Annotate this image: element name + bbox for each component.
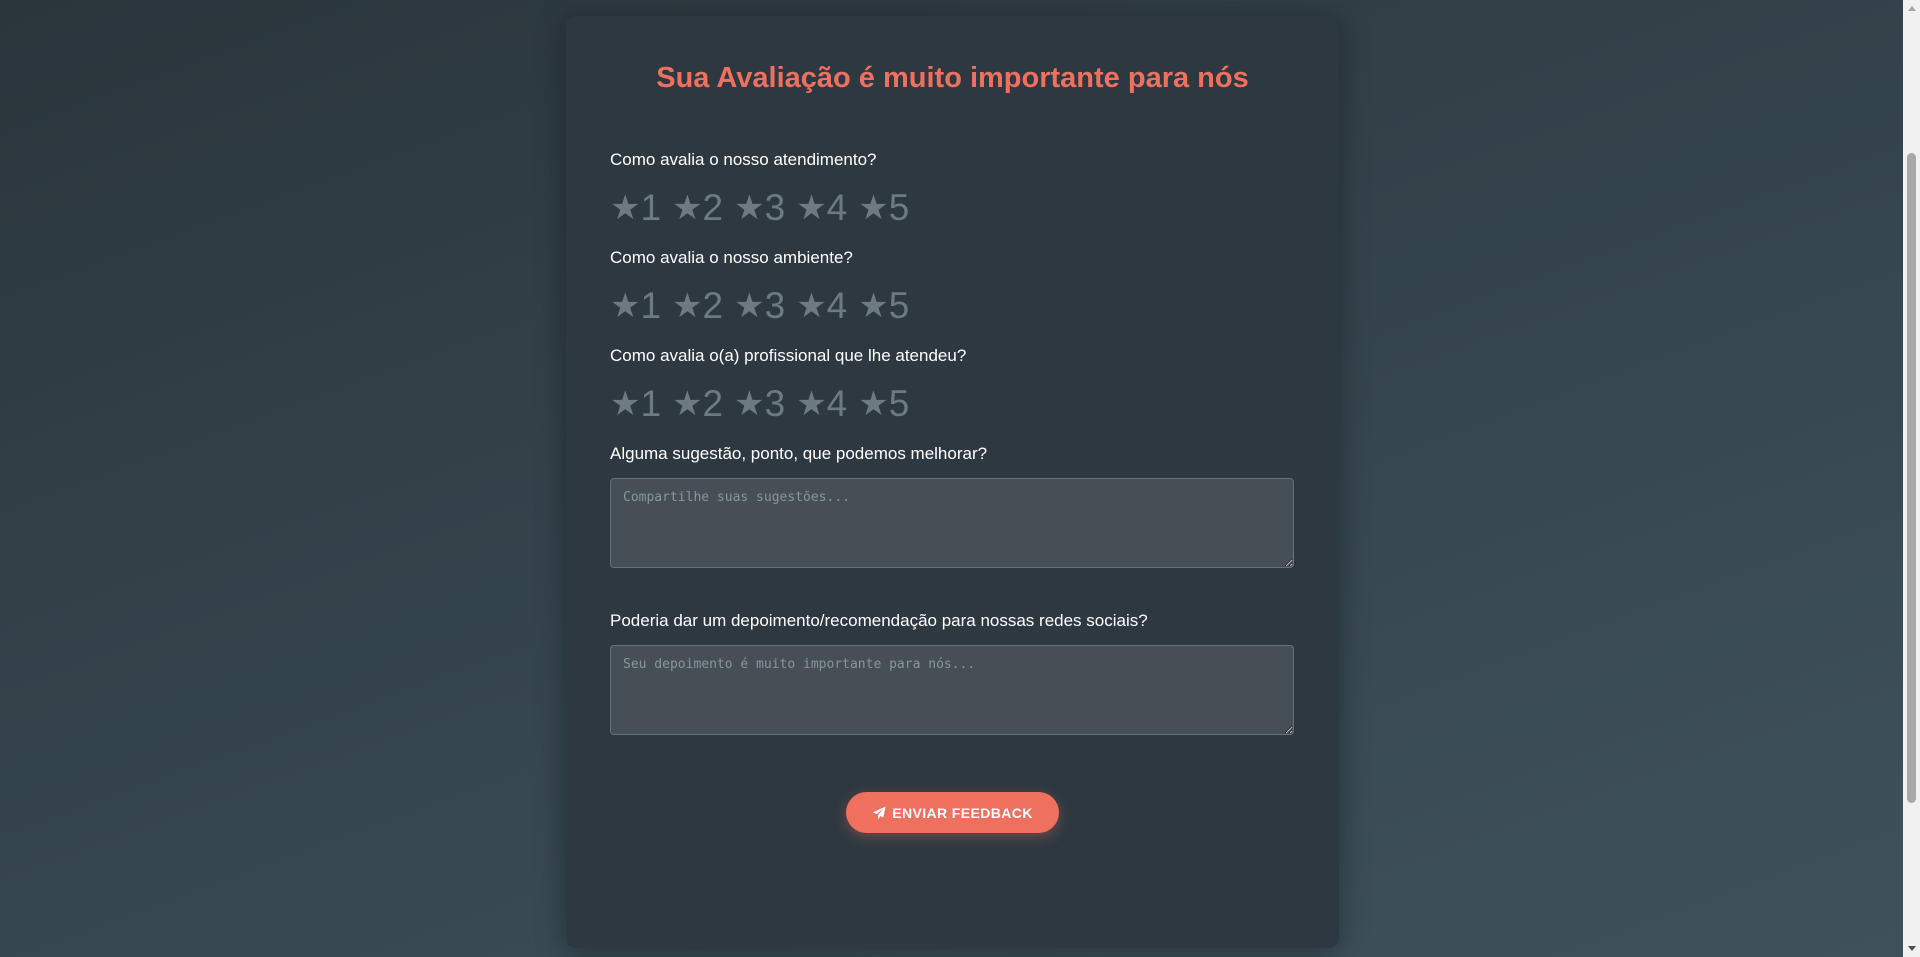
star-icon: ★ [796,287,827,325]
rating-number: 5 [888,187,910,228]
rating-environment-option-2[interactable]: ★ 2 [672,284,723,328]
suggestion-label: Alguma sugestão, ponto, que podemos melh… [610,444,988,463]
rating-environment-option-1[interactable]: ★ 1 [610,284,661,328]
scroll-up-arrow-icon[interactable] [1903,0,1920,17]
vertical-scrollbar[interactable] [1903,0,1920,957]
submit-feedback-label: ENVIAR FEEDBACK [892,804,1033,821]
star-icon: ★ [734,287,765,325]
rating-number: 3 [764,187,786,228]
rating-number: 2 [702,285,724,326]
star-icon: ★ [610,189,641,227]
rating-professional-option-5[interactable]: ★ 5 [858,382,909,426]
rating-service-option-5[interactable]: ★ 5 [858,186,909,230]
question-professional-label: Como avalia o(a) profissional que lhe at… [610,346,967,365]
question-environment-label: Como avalia o nosso ambiente? [610,248,853,267]
star-icon: ★ [858,287,889,325]
rating-professional-option-4[interactable]: ★ 4 [796,382,847,426]
rating-professional-option-2[interactable]: ★ 2 [672,382,723,426]
rating-number: 3 [764,383,786,424]
rating-environment-option-3[interactable]: ★ 3 [734,284,785,328]
suggestion-textarea[interactable] [610,478,1294,568]
rating-professional-option-3[interactable]: ★ 3 [734,382,785,426]
star-icon: ★ [734,189,765,227]
scrollbar-thumb[interactable] [1907,153,1916,803]
rating-number: 1 [640,187,662,228]
star-icon: ★ [734,385,765,423]
rating-environment: ★ 1 ★ 2 ★ 3 ★ 4 ★ 5 [610,284,1295,328]
rating-number: 4 [826,187,848,228]
page-title: Sua Avaliação é muito importante para nó… [656,62,1249,94]
star-icon: ★ [672,287,703,325]
rating-number: 3 [764,285,786,326]
question-service-label: Como avalia o nosso atendimento? [610,150,877,169]
rating-number: 2 [702,187,724,228]
rating-number: 4 [826,285,848,326]
rating-environment-option-4[interactable]: ★ 4 [796,284,847,328]
rating-service-option-2[interactable]: ★ 2 [672,186,723,230]
rating-number: 2 [702,383,724,424]
star-icon: ★ [610,385,641,423]
rating-service: ★ 1 ★ 2 ★ 3 ★ 4 ★ 5 [610,186,1295,230]
rating-environment-option-5[interactable]: ★ 5 [858,284,909,328]
rating-number: 5 [888,383,910,424]
paper-plane-icon [872,806,886,819]
rating-professional-option-1[interactable]: ★ 1 [610,382,661,426]
rating-number: 4 [826,383,848,424]
submit-feedback-button[interactable]: ENVIAR FEEDBACK [846,792,1059,833]
rating-number: 5 [888,285,910,326]
testimonial-textarea[interactable] [610,645,1294,735]
rating-number: 1 [640,285,662,326]
star-icon: ★ [796,385,827,423]
star-icon: ★ [858,189,889,227]
star-icon: ★ [672,385,703,423]
rating-service-option-3[interactable]: ★ 3 [734,186,785,230]
scroll-down-arrow-icon[interactable] [1903,940,1920,957]
star-icon: ★ [858,385,889,423]
rating-service-option-1[interactable]: ★ 1 [610,186,661,230]
testimonial-label: Poderia dar um depoimento/recomendação p… [610,611,1148,630]
feedback-card: Sua Avaliação é muito importante para nó… [566,16,1339,948]
star-icon: ★ [672,189,703,227]
star-icon: ★ [796,189,827,227]
rating-number: 1 [640,383,662,424]
rating-service-option-4[interactable]: ★ 4 [796,186,847,230]
submit-area: ENVIAR FEEDBACK [610,792,1295,833]
star-icon: ★ [610,287,641,325]
rating-professional: ★ 1 ★ 2 ★ 3 ★ 4 ★ 5 [610,382,1295,426]
